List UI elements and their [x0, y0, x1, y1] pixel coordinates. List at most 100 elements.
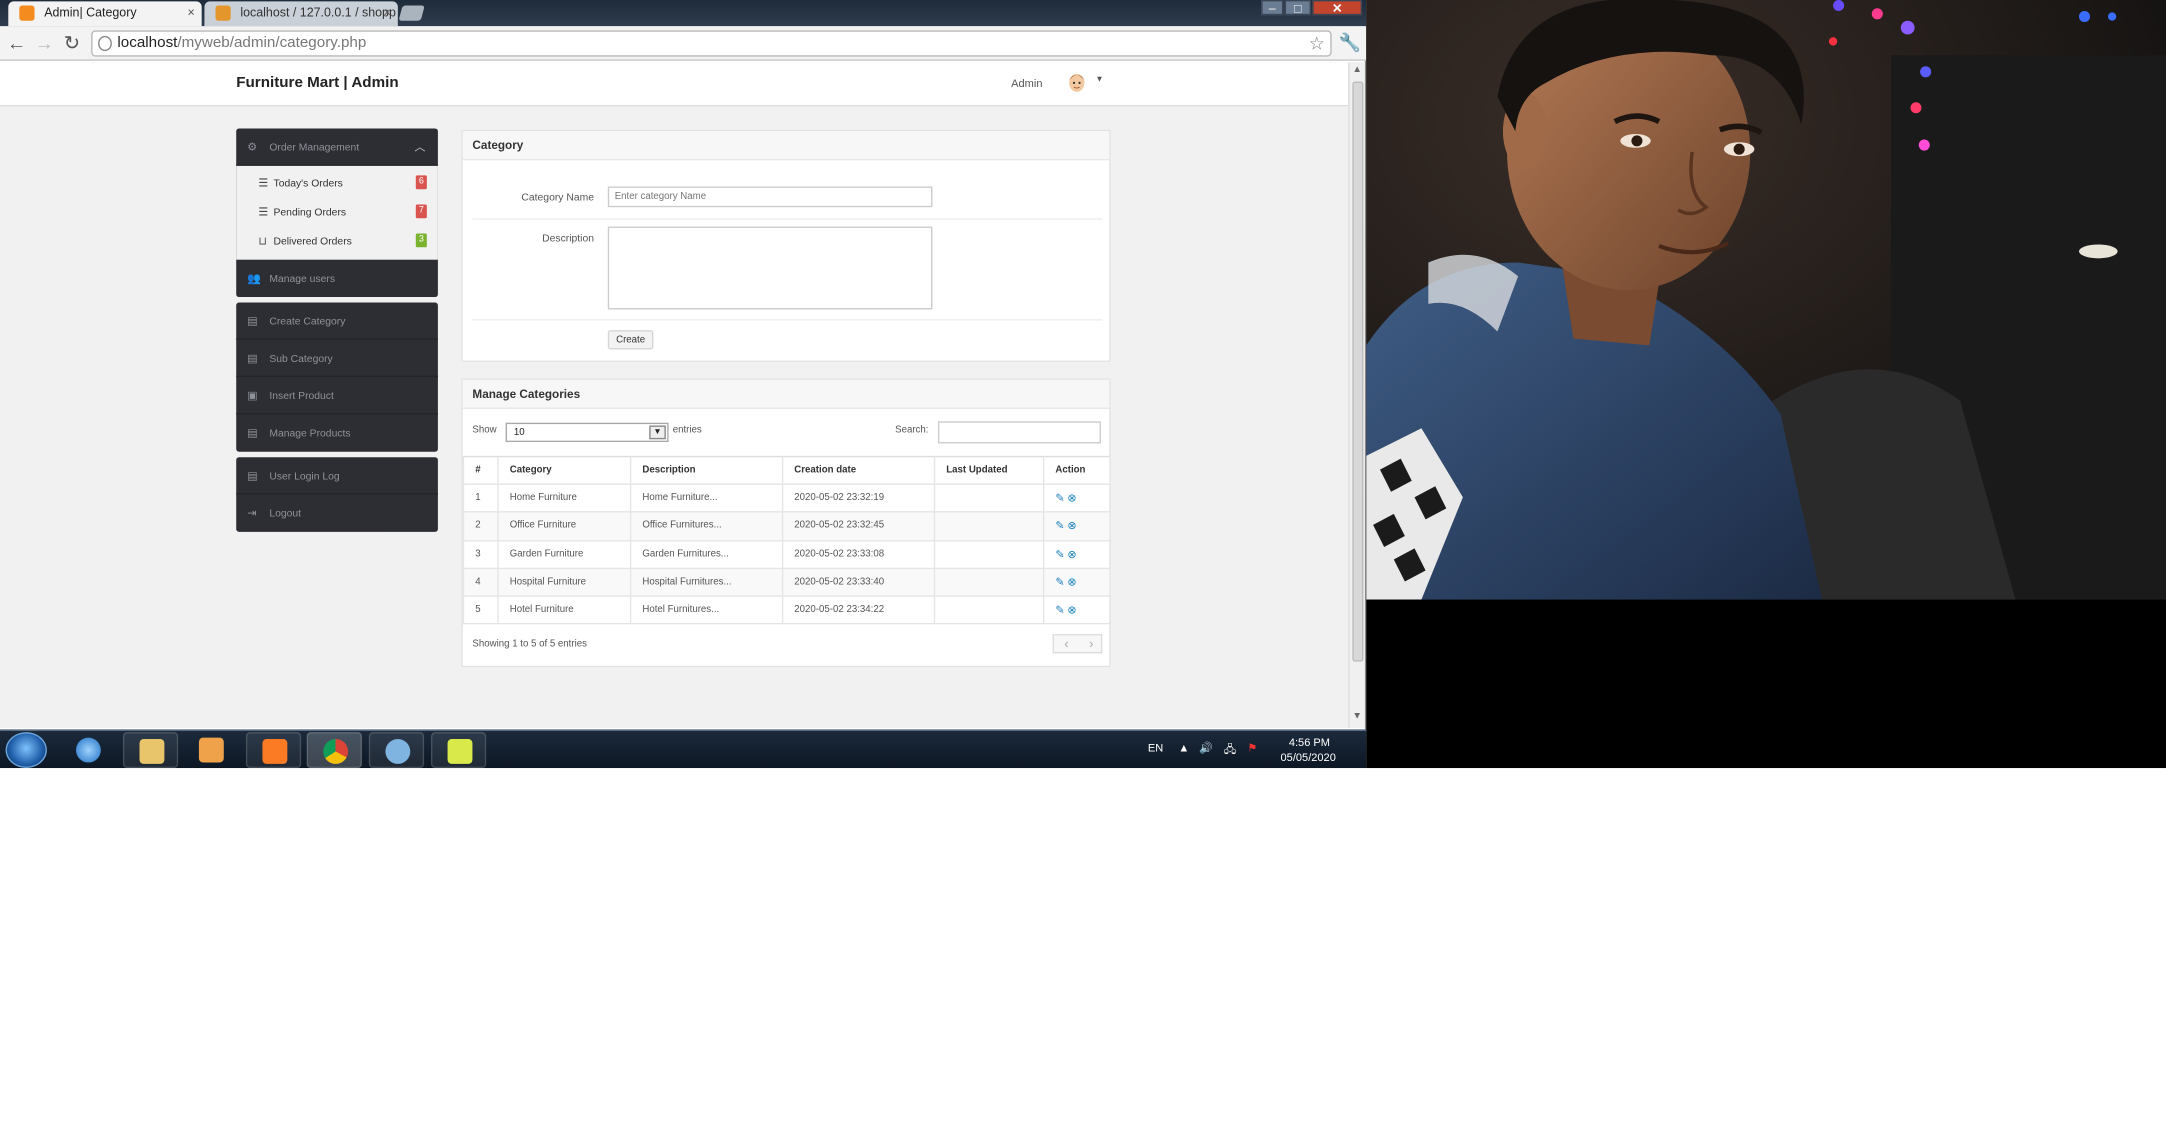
entries-select[interactable]: 10 ▼ [505, 422, 669, 443]
taskbar-internet-explorer[interactable] [61, 732, 116, 768]
scroll-down-icon[interactable]: ▼ [1352, 711, 1362, 721]
scrollbar-thumb[interactable] [1352, 81, 1364, 662]
portrait-photo [1366, 0, 2166, 600]
cell-category: Home Furniture [497, 483, 632, 513]
clock-time[interactable]: 4:56 PM [1289, 736, 1330, 748]
remove-icon[interactable]: ⊗ [1067, 576, 1076, 588]
edit-icon[interactable]: ✎ [1055, 548, 1064, 560]
close-window-button[interactable]: ✕ [1312, 0, 1363, 16]
volume-icon[interactable]: 🔊 [1199, 742, 1213, 754]
edit-icon[interactable]: ✎ [1055, 576, 1064, 588]
search-input[interactable] [937, 421, 1101, 444]
caret-down-icon[interactable]: ▼ [1095, 76, 1103, 84]
column-header[interactable]: Description [629, 455, 784, 485]
column-header[interactable]: Creation date [781, 455, 936, 485]
close-tab-icon[interactable]: × [384, 1, 391, 23]
sidebar-item-delivered-orders[interactable]: ⊔ Delivered Orders 3 [236, 227, 438, 256]
close-tab-icon[interactable]: × [188, 1, 195, 23]
network-icon[interactable]: 🖧 [1224, 742, 1236, 761]
start-button[interactable] [5, 732, 47, 769]
brand-title[interactable]: Furniture Mart | Admin [236, 75, 398, 92]
create-button[interactable]: Create [607, 330, 654, 350]
sidebar-item-user-login-log[interactable]: ▤ User Login Log [236, 457, 438, 495]
xampp-icon [262, 739, 288, 764]
sidebar-item-todays-orders[interactable]: ☰ Today's Orders 6 [236, 169, 438, 198]
sidebar-item-label: Today's Orders [273, 176, 343, 190]
column-header[interactable]: # [462, 455, 499, 485]
taskbar-media-player[interactable] [184, 732, 239, 768]
remove-icon[interactable]: ⊗ [1067, 548, 1076, 560]
xampp-favicon-icon [19, 5, 35, 21]
action-center-flag-icon[interactable]: ⚑ [1247, 742, 1257, 754]
order-submenu: ☰ Today's Orders 6 ☰ Pending Orders 7 ⊔ … [236, 165, 438, 260]
user-name[interactable]: Admin [1011, 77, 1042, 89]
tab-title: Admin| Category [44, 5, 137, 20]
show-hidden-icons-icon[interactable]: ▲ [1178, 742, 1189, 754]
taskbar-paint[interactable] [368, 732, 425, 769]
chevron-down-icon: ▼ [649, 425, 666, 440]
category-name-label: Category Name [521, 190, 594, 204]
address-bar[interactable]: localhost/myweb/admin/category.php ☆ [91, 30, 1332, 57]
page-info-icon[interactable] [98, 35, 112, 52]
cell-created: 2020-05-02 23:34:22 [781, 595, 936, 626]
table-row: 4 Hospital Furniture Hospital Furnitures… [462, 567, 1111, 598]
maximize-button[interactable]: □ [1284, 0, 1311, 16]
next-page-icon[interactable]: › [1079, 635, 1104, 652]
reload-icon[interactable]: ↻ [61, 30, 83, 55]
sidebar-item-create-category[interactable]: ▤ Create Category [236, 303, 438, 340]
media-player-icon [198, 737, 224, 763]
cell-updated [933, 595, 1045, 626]
cell-num: 5 [462, 595, 499, 626]
new-tab-button[interactable] [398, 5, 425, 21]
edit-icon[interactable]: ✎ [1055, 604, 1064, 616]
sidebar-item-sub-category[interactable]: ▤ Sub Category [236, 340, 438, 378]
edit-icon[interactable]: ✎ [1055, 520, 1064, 532]
column-header[interactable]: Action [1042, 455, 1111, 485]
sidebar-item-pending-orders[interactable]: ☰ Pending Orders 7 [236, 198, 438, 227]
back-icon[interactable]: ← [6, 30, 28, 55]
sidebar-item-label: Order Management [269, 140, 360, 154]
clock-date[interactable]: 05/05/2020 [1281, 751, 1336, 763]
forward-icon[interactable]: → [33, 30, 55, 55]
sidebar-item-insert-product[interactable]: ▣ Insert Product [236, 377, 438, 415]
sidebar-item-order-management[interactable]: ⚙ Order Management ︿ [236, 128, 438, 166]
column-header[interactable]: Category [497, 455, 632, 485]
remove-icon[interactable]: ⊗ [1067, 520, 1076, 532]
cell-action: ✎ ⊗ [1042, 539, 1111, 569]
column-header[interactable]: Last Updated [933, 455, 1045, 485]
taskbar-file-explorer[interactable] [122, 732, 179, 769]
tab-admin-category[interactable]: Admin| Category × [8, 1, 202, 27]
category-name-input[interactable] [607, 186, 933, 208]
remove-icon[interactable]: ⊗ [1067, 492, 1076, 504]
sidebar-item-manage-users[interactable]: 👥 Manage users [236, 260, 438, 297]
minimize-button[interactable]: – [1261, 0, 1284, 16]
table-icon: ▤ [247, 314, 258, 328]
taskbar-chrome[interactable] [306, 732, 362, 769]
sidebar-item-logout[interactable]: ⇥ Logout [236, 495, 438, 532]
url-path: /myweb/admin/category.php [177, 34, 367, 52]
scroll-up-icon[interactable]: ▲ [1352, 65, 1362, 75]
sidebar-item-label: Create Category [269, 314, 346, 328]
tab-phpmyadmin[interactable]: localhost / 127.0.0.1 / shopp × [204, 1, 398, 27]
sidebar-item-label: Manage users [269, 272, 336, 285]
language-indicator[interactable]: EN [1148, 742, 1163, 754]
users-icon: 👥 [247, 272, 262, 285]
description-textarea[interactable] [607, 226, 933, 310]
edit-icon[interactable]: ✎ [1055, 492, 1064, 504]
search-label: Search: [895, 425, 929, 436]
taskbar-chart-app[interactable] [430, 732, 487, 769]
wrench-menu-icon[interactable]: 🔧 [1339, 32, 1361, 54]
cell-description: Hospital Furnitures... [629, 567, 784, 598]
pagination: ‹ › [1052, 634, 1104, 654]
remove-icon[interactable]: ⊗ [1067, 604, 1076, 616]
bookmark-star-icon[interactable]: ☆ [1309, 32, 1325, 55]
taskbar-xampp[interactable] [245, 732, 302, 769]
previous-page-icon[interactable]: ‹ [1054, 635, 1079, 652]
sidebar-group-catalog: ▤ Create Category ▤ Sub Category ▣ Inser… [236, 302, 438, 452]
panel-title: Manage Categories [462, 379, 1110, 409]
folder-icon [139, 739, 165, 764]
sidebar-item-manage-products[interactable]: ▤ Manage Products [236, 414, 438, 451]
tab-strip: Admin| Category × localhost / 127.0.0.1 … [0, 0, 1367, 27]
vertical-scrollbar[interactable]: ▲ ▼ [1348, 62, 1365, 728]
avatar[interactable] [1066, 70, 1087, 93]
